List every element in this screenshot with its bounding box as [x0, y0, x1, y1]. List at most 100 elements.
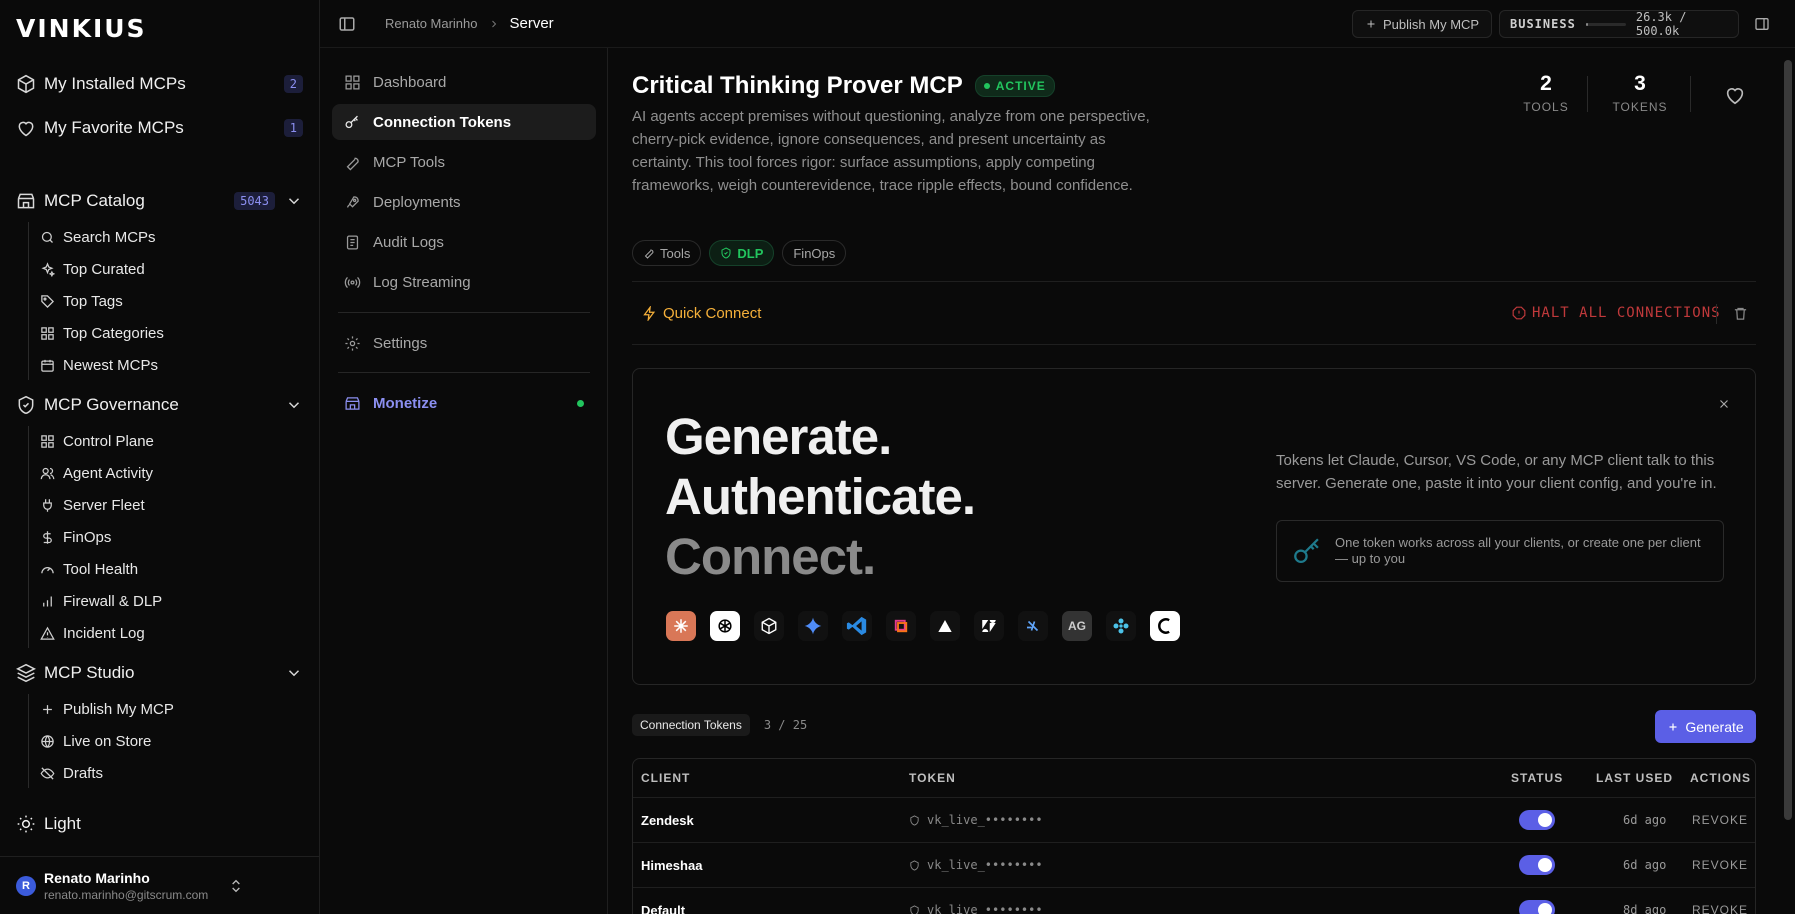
- stat-label: TOOLS: [1523, 100, 1569, 114]
- column-header-last-used: LAST USED: [1596, 771, 1674, 785]
- nav-connection-tokens[interactable]: Connection Tokens: [332, 104, 596, 140]
- revoke-button[interactable]: REVOKE: [1692, 903, 1748, 914]
- sidebar-item-label: Search MCPs: [63, 228, 156, 246]
- nav-label: Monetize: [373, 394, 438, 412]
- chevrons-up-down-icon[interactable]: [228, 877, 244, 895]
- breadcrumb-current: Server: [509, 15, 554, 32]
- revoke-button[interactable]: REVOKE: [1692, 858, 1748, 872]
- status-toggle[interactable]: [1519, 900, 1555, 914]
- nav-deployments[interactable]: Deployments: [332, 184, 596, 220]
- sidebar-item-control-plane[interactable]: Control Plane: [40, 429, 154, 453]
- table-row: Default vk_live_•••••••• 8d ago REVOKE: [633, 887, 1755, 914]
- sidebar-item-top-curated[interactable]: Top Curated: [40, 257, 145, 281]
- sidebar-item-installed[interactable]: My Installed MCPs 2: [16, 69, 303, 99]
- zed-icon[interactable]: [886, 611, 916, 641]
- plan-usage[interactable]: BUSINESS 26.3k / 500.0k: [1499, 10, 1739, 38]
- favorite-heart-icon[interactable]: [1724, 84, 1746, 106]
- quick-connect-button[interactable]: Quick Connect: [642, 305, 761, 322]
- close-icon[interactable]: [1717, 397, 1731, 411]
- sidebar-item-server-fleet[interactable]: Server Fleet: [40, 493, 145, 517]
- sidebar-item-agent-activity[interactable]: Agent Activity: [40, 461, 153, 485]
- vercel-icon[interactable]: [930, 611, 960, 641]
- sidebar-item-newest[interactable]: Newest MCPs: [40, 353, 158, 377]
- hero-line-connect: Connect.: [665, 528, 876, 585]
- sidebar-item-tool-health[interactable]: Tool Health: [40, 557, 138, 581]
- theme-toggle[interactable]: Light: [16, 814, 81, 834]
- page-title: Critical Thinking Prover MCP: [632, 72, 963, 99]
- sidebar-section-catalog[interactable]: MCP Catalog 5043: [16, 186, 303, 216]
- table-row: Himeshaa vk_live_•••••••• 6d ago REVOKE: [633, 842, 1755, 887]
- nav-audit-logs[interactable]: Audit Logs: [332, 224, 596, 260]
- publish-mcp-button[interactable]: Publish My MCP: [1352, 10, 1493, 38]
- sidebar-item-label: Top Tags: [63, 292, 123, 310]
- shield-icon: [909, 814, 920, 826]
- stat-value: 2: [1540, 72, 1552, 95]
- panel-toggle-icon[interactable]: [1754, 16, 1770, 32]
- sidebar-item-finops[interactable]: FinOps: [40, 525, 111, 549]
- sidebar-item-drafts[interactable]: Drafts: [40, 761, 103, 785]
- nav-monetize[interactable]: Monetize: [332, 385, 596, 421]
- shield-icon: [909, 859, 920, 871]
- column-header-token: TOKEN: [909, 771, 956, 785]
- shield-icon: [720, 247, 732, 259]
- sidebar-item-publish[interactable]: Publish My MCP: [40, 697, 174, 721]
- tag-finops[interactable]: FinOps: [782, 240, 847, 266]
- sidebar-item-top-tags[interactable]: Top Tags: [40, 289, 123, 313]
- wrench-icon: [344, 154, 361, 171]
- vscode-icon[interactable]: [842, 611, 872, 641]
- antigravity-badge[interactable]: AG: [1062, 611, 1092, 641]
- sidebar-item-live[interactable]: Live on Store: [40, 729, 151, 753]
- generate-token-button[interactable]: Generate: [1655, 710, 1756, 743]
- sidebar-section-studio[interactable]: MCP Studio: [16, 658, 303, 688]
- claude-icon[interactable]: [666, 611, 696, 641]
- openai-icon[interactable]: [710, 611, 740, 641]
- section-label: MCP Governance: [44, 395, 179, 414]
- main-scrollbar[interactable]: [1784, 60, 1792, 820]
- chevron-down-icon[interactable]: [285, 396, 303, 414]
- user-menu[interactable]: R Renato Marinho renato.marinho@gitscrum…: [0, 856, 319, 914]
- sidebar-item-label: Top Curated: [63, 260, 145, 278]
- onboarding-card: Generate. Authenticate. Connect. Tokens …: [632, 368, 1756, 685]
- revoke-button[interactable]: REVOKE: [1692, 813, 1748, 827]
- sidebar-item-incident-log[interactable]: Incident Log: [40, 621, 145, 645]
- client-name: Himeshaa: [641, 858, 703, 873]
- sidebar-item-firewall[interactable]: Firewall & DLP: [40, 589, 162, 613]
- top-header: Renato Marinho Server Publish My MCP BUS…: [320, 0, 1795, 48]
- nav-label: Deployments: [373, 193, 461, 211]
- nav-settings[interactable]: Settings: [332, 325, 596, 361]
- sidebar-item-search[interactable]: Search MCPs: [40, 225, 156, 249]
- sidebar-item-label: My Favorite MCPs: [44, 118, 184, 137]
- breadcrumb-owner[interactable]: Renato Marinho: [385, 16, 478, 31]
- sidebar-item-favorites[interactable]: My Favorite MCPs 1: [16, 113, 303, 143]
- flower-icon[interactable]: [1106, 611, 1136, 641]
- nav-dashboard[interactable]: Dashboard: [332, 64, 596, 100]
- nav-mcp-tools[interactable]: MCP Tools: [332, 144, 596, 180]
- tag-tools[interactable]: Tools: [632, 240, 702, 266]
- cline-icon[interactable]: [1150, 611, 1180, 641]
- sidebar-item-top-categories[interactable]: Top Categories: [40, 321, 164, 345]
- column-header-client: CLIENT: [641, 771, 691, 785]
- gemini-icon[interactable]: [798, 611, 828, 641]
- brand-logo[interactable]: VINKIUS: [16, 14, 147, 43]
- gear-icon: [344, 335, 361, 352]
- zendesk-icon[interactable]: [974, 611, 1004, 641]
- nav-log-streaming[interactable]: Log Streaming: [332, 264, 596, 300]
- sidebar-item-label: Live on Store: [63, 732, 152, 750]
- chevron-down-icon[interactable]: [285, 192, 303, 210]
- quick-connect-label: Quick Connect: [663, 305, 762, 322]
- chevron-down-icon[interactable]: [285, 664, 303, 682]
- cursor-icon[interactable]: [754, 611, 784, 641]
- trash-icon[interactable]: [1733, 306, 1748, 321]
- status-toggle[interactable]: [1519, 855, 1555, 875]
- sidebar-toggle-icon[interactable]: [338, 15, 356, 33]
- hero-line-authenticate: Authenticate.: [665, 468, 976, 525]
- windsurf-icon[interactable]: [1018, 611, 1048, 641]
- halt-connections-button[interactable]: HALT ALL CONNECTIONS: [1512, 305, 1721, 321]
- status-toggle[interactable]: [1519, 810, 1555, 830]
- sidebar-item-label: Newest MCPs: [63, 356, 159, 374]
- tag-label: FinOps: [793, 245, 836, 261]
- sidebar-section-governance[interactable]: MCP Governance: [16, 390, 303, 420]
- toggle-knob: [1538, 813, 1552, 827]
- tag-label: DLP: [737, 245, 764, 261]
- tag-dlp[interactable]: DLP: [709, 240, 775, 266]
